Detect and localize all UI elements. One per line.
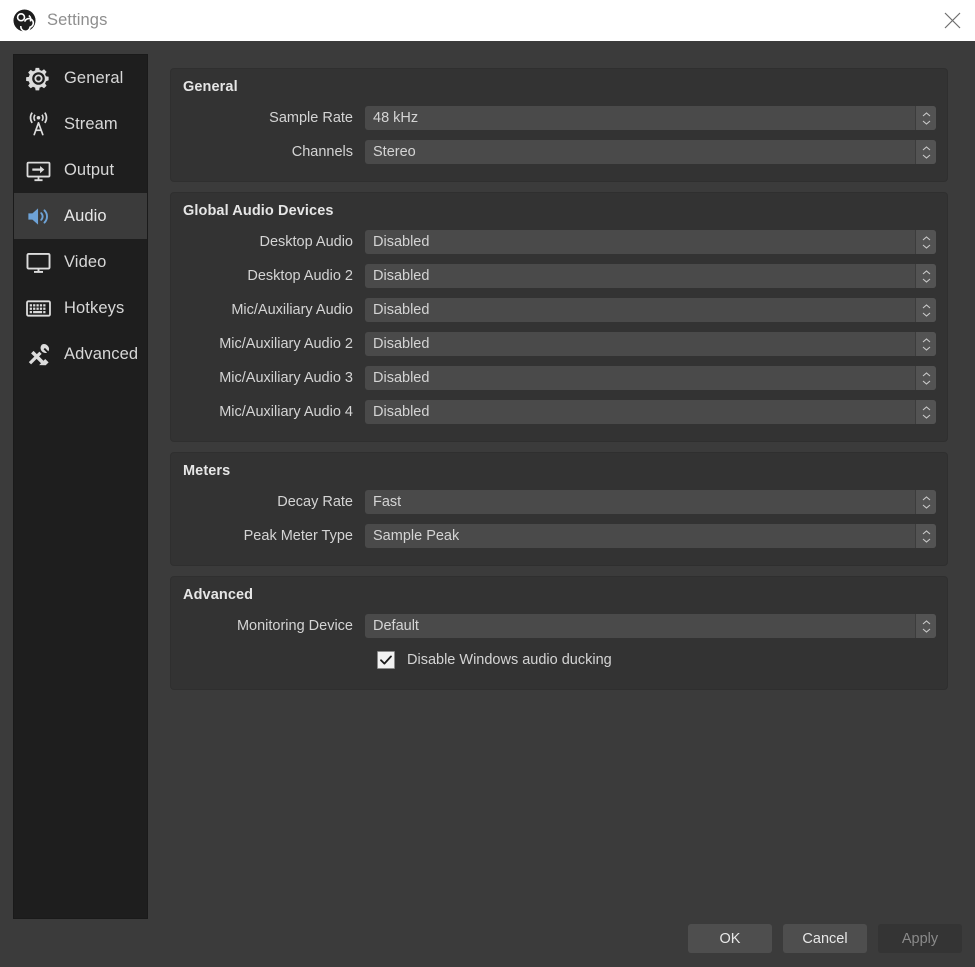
ok-button[interactable]: OK [688,924,772,953]
setting-row-desktop-audio-2: Desktop Audio 2 Disabled [177,259,936,293]
dialog-button-bar: OK Cancel Apply [688,924,962,953]
dropdown-value: Default [365,618,419,634]
desktop-audio-dropdown[interactable]: Disabled [365,230,936,254]
setting-row-mic-aux-audio-3: Mic/Auxiliary Audio 3 Disabled [177,361,936,395]
group-title: General [183,79,936,95]
chevron-updown-icon[interactable] [915,400,936,424]
group-title: Meters [183,463,936,479]
chevron-updown-icon[interactable] [915,614,936,638]
mic-aux-audio-dropdown[interactable]: Disabled [365,298,936,322]
sidebar-item-video[interactable]: Video [14,239,147,285]
dropdown-value: Stereo [365,144,416,160]
obs-logo-icon [13,9,36,32]
setting-row-desktop-audio: Desktop Audio Disabled [177,225,936,259]
speaker-icon [22,200,54,232]
peak-meter-type-dropdown[interactable]: Sample Peak [365,524,936,548]
setting-row-disable-audio-ducking: Disable Windows audio ducking [177,643,936,677]
group-title: Global Audio Devices [183,203,936,219]
setting-row-monitoring-device: Monitoring Device Default [177,609,936,643]
setting-row-sample-rate: Sample Rate 48 kHz [177,101,936,135]
desktop-audio-2-dropdown[interactable]: Disabled [365,264,936,288]
monitor-arrow-icon [22,154,54,186]
chevron-updown-icon[interactable] [915,106,936,130]
broadcast-icon [22,108,54,140]
group-general: General Sample Rate 48 kHz Channels Ster… [170,68,948,182]
sidebar-item-label: Advanced [64,345,138,364]
group-meters: Meters Decay Rate Fast Peak Meter Type S… [170,452,948,566]
chevron-updown-icon[interactable] [915,264,936,288]
sidebar-item-advanced[interactable]: Advanced [14,331,147,377]
mic-aux-audio-2-dropdown[interactable]: Disabled [365,332,936,356]
setting-label: Mic/Auxiliary Audio 4 [177,404,365,420]
chevron-updown-icon[interactable] [915,298,936,322]
group-title: Advanced [183,587,936,603]
setting-label: Mic/Auxiliary Audio [177,302,365,318]
monitoring-device-dropdown[interactable]: Default [365,614,936,638]
checkbox-label: Disable Windows audio ducking [407,652,612,668]
sidebar-item-label: Stream [64,115,118,134]
audio-settings-panel: General Sample Rate 48 kHz Channels Ster… [170,68,948,700]
disable-audio-ducking-checkbox[interactable] [377,651,395,669]
dropdown-value: Disabled [365,268,429,284]
setting-label: Decay Rate [177,494,365,510]
chevron-updown-icon[interactable] [915,140,936,164]
apply-button: Apply [878,924,962,953]
setting-label: Monitoring Device [177,618,365,634]
display-icon [22,246,54,278]
dropdown-value: Disabled [365,336,429,352]
dropdown-value: Fast [365,494,401,510]
chevron-updown-icon[interactable] [915,524,936,548]
sidebar-item-audio[interactable]: Audio [14,193,147,239]
setting-row-mic-aux-audio-4: Mic/Auxiliary Audio 4 Disabled [177,395,936,429]
check-icon [379,653,393,667]
tools-icon [22,338,54,370]
sidebar-item-label: Output [64,161,114,180]
dropdown-value: 48 kHz [365,110,418,126]
setting-row-decay-rate: Decay Rate Fast [177,485,936,519]
sidebar-item-hotkeys[interactable]: Hotkeys [14,285,147,331]
mic-aux-audio-3-dropdown[interactable]: Disabled [365,366,936,390]
group-global-audio-devices: Global Audio Devices Desktop Audio Disab… [170,192,948,442]
mic-aux-audio-4-dropdown[interactable]: Disabled [365,400,936,424]
cancel-button[interactable]: Cancel [783,924,867,953]
sidebar-item-label: Hotkeys [64,299,124,318]
sidebar-item-general[interactable]: General [14,55,147,101]
title-bar: Settings [0,0,975,41]
setting-label: Desktop Audio 2 [177,268,365,284]
window-title: Settings [47,11,107,30]
sidebar-item-output[interactable]: Output [14,147,147,193]
setting-label: Desktop Audio [177,234,365,250]
setting-label: Peak Meter Type [177,528,365,544]
close-icon[interactable] [929,0,975,41]
setting-label: Channels [177,144,365,160]
settings-category-sidebar[interactable]: General Stream [13,54,148,919]
dropdown-value: Disabled [365,404,429,420]
gear-icon [22,62,54,94]
chevron-updown-icon[interactable] [915,332,936,356]
setting-label: Mic/Auxiliary Audio 2 [177,336,365,352]
sidebar-item-stream[interactable]: Stream [14,101,147,147]
dropdown-value: Disabled [365,370,429,386]
setting-label: Sample Rate [177,110,365,126]
setting-row-channels: Channels Stereo [177,135,936,169]
setting-row-peak-meter-type: Peak Meter Type Sample Peak [177,519,936,553]
setting-row-mic-aux-audio: Mic/Auxiliary Audio Disabled [177,293,936,327]
chevron-updown-icon[interactable] [915,230,936,254]
dropdown-value: Sample Peak [365,528,459,544]
sidebar-item-label: Audio [64,207,107,226]
sidebar-item-label: Video [64,253,106,272]
channels-dropdown[interactable]: Stereo [365,140,936,164]
setting-label: Mic/Auxiliary Audio 3 [177,370,365,386]
chevron-updown-icon[interactable] [915,366,936,390]
group-advanced: Advanced Monitoring Device Default [170,576,948,690]
settings-window-body: General Stream [0,41,975,967]
decay-rate-dropdown[interactable]: Fast [365,490,936,514]
dropdown-value: Disabled [365,234,429,250]
dropdown-value: Disabled [365,302,429,318]
sidebar-item-label: General [64,69,123,88]
chevron-updown-icon[interactable] [915,490,936,514]
sample-rate-dropdown[interactable]: 48 kHz [365,106,936,130]
setting-row-mic-aux-audio-2: Mic/Auxiliary Audio 2 Disabled [177,327,936,361]
keyboard-icon [22,292,54,324]
